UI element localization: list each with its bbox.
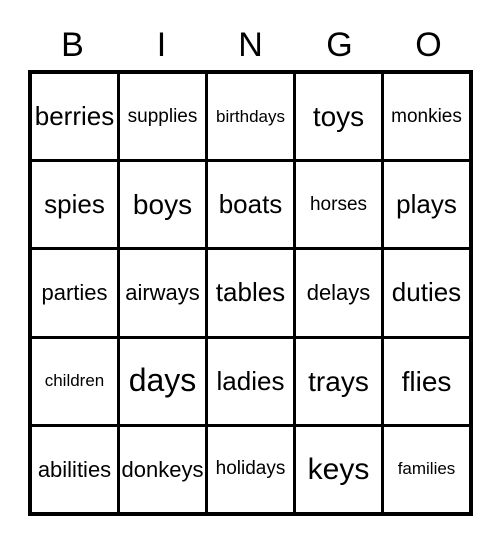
bingo-cell-label: horses [309, 193, 368, 215]
bingo-cell[interactable]: children [32, 338, 117, 424]
bingo-cell[interactable]: tables [208, 250, 293, 336]
bingo-cell-label: children [44, 371, 105, 391]
bingo-cell-label: holidays [215, 458, 286, 480]
bingo-cell-label: boats [218, 189, 283, 220]
bingo-cell[interactable]: horses [296, 162, 381, 248]
bingo-header-row: B I N G O [28, 22, 473, 68]
bingo-cell[interactable]: plays [384, 162, 469, 248]
bingo-cell[interactable]: monkies [384, 74, 469, 160]
bingo-cell-label: airways [125, 280, 200, 306]
bingo-cell-label: boys [132, 189, 193, 221]
bingo-cell[interactable]: berries [32, 74, 117, 160]
bingo-header-letter-i: I [156, 26, 167, 64]
bingo-cell[interactable]: toys [296, 74, 381, 160]
bingo-cell[interactable]: boys [120, 162, 205, 248]
bingo-header-letter-b: B [61, 26, 84, 64]
bingo-cell-label: tables [215, 277, 286, 308]
bingo-cell[interactable]: days [120, 338, 205, 424]
bingo-cell[interactable]: donkeys [120, 426, 205, 512]
bingo-cell[interactable]: flies [384, 338, 469, 424]
bingo-cell-label: keys [307, 452, 370, 486]
bingo-cell-label: toys [312, 100, 365, 132]
bingo-cell[interactable]: families [384, 426, 469, 512]
bingo-cell-label: plays [396, 189, 457, 220]
bingo-cell-label: supplies [127, 105, 198, 127]
bingo-cell-label: days [128, 362, 197, 399]
bingo-cell-label: birthdays [216, 106, 285, 126]
bingo-cell[interactable]: supplies [120, 74, 205, 160]
bingo-cell-label: berries [34, 100, 115, 131]
bingo-header-letter-n: N [238, 26, 263, 64]
bingo-cell-label: delays [306, 280, 371, 306]
bingo-cell[interactable]: abilities [32, 426, 117, 512]
bingo-cell-label: spies [44, 189, 105, 220]
bingo-cell[interactable]: spies [32, 162, 117, 248]
bingo-card: B I N G O berries supplies birthdays toy… [0, 0, 502, 544]
bingo-cell[interactable]: duties [384, 250, 469, 336]
bingo-cell[interactable]: ladies [208, 338, 293, 424]
bingo-cell[interactable]: birthdays [208, 74, 293, 160]
bingo-cell-label: parties [41, 280, 108, 306]
bingo-header-letter-g: G [326, 26, 353, 64]
bingo-cell[interactable]: holidays [208, 426, 293, 512]
bingo-cell-label: flies [401, 365, 452, 397]
bingo-cell-label: trays [308, 365, 369, 397]
bingo-cell-label: ladies [216, 365, 285, 396]
bingo-cell[interactable]: trays [296, 338, 381, 424]
bingo-cell-label: donkeys [121, 456, 204, 482]
bingo-cell[interactable]: boats [208, 162, 293, 248]
bingo-cell[interactable]: keys [296, 426, 381, 512]
bingo-cell[interactable]: airways [120, 250, 205, 336]
bingo-cell-label: monkies [391, 105, 462, 127]
bingo-cell[interactable]: parties [32, 250, 117, 336]
bingo-cell-label: families [397, 459, 456, 479]
bingo-header-letter-o: O [415, 26, 442, 64]
bingo-grid: berries supplies birthdays toys monkies … [28, 70, 473, 516]
bingo-cell-label: abilities [37, 456, 112, 482]
bingo-cell-label: duties [391, 277, 462, 308]
bingo-cell[interactable]: delays [296, 250, 381, 336]
